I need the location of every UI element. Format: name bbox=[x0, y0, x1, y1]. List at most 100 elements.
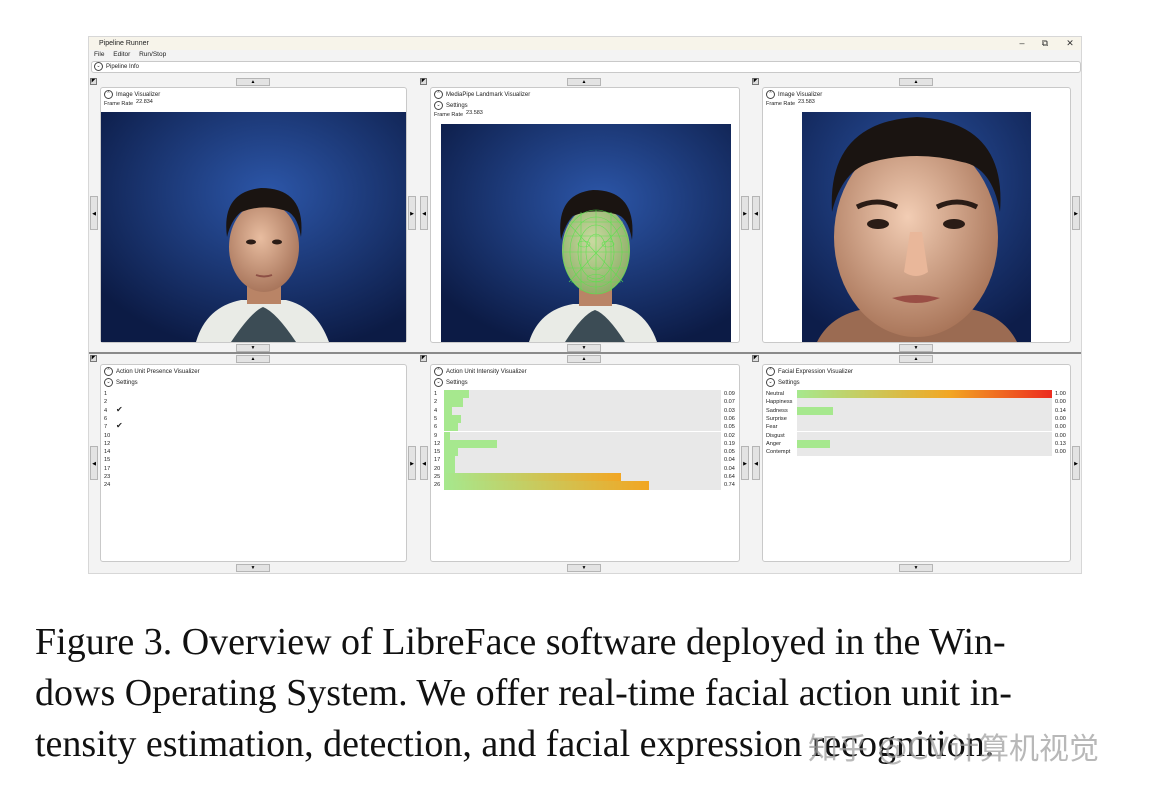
dock-corner-icon[interactable]: ◤ bbox=[90, 355, 97, 362]
chevron-up-icon: ⌃ bbox=[104, 367, 113, 376]
au-label: 7 bbox=[104, 424, 108, 431]
bar-track bbox=[444, 414, 721, 424]
panel-title: Image Visualizer bbox=[778, 92, 823, 99]
bar-value: 0.04 bbox=[724, 457, 735, 464]
bar-fill bbox=[444, 473, 622, 482]
bar-track bbox=[444, 481, 721, 490]
move-up-button[interactable]: ▲ bbox=[236, 355, 270, 363]
settings-expander[interactable]: ⌄ Settings bbox=[432, 101, 468, 110]
list-item: 4 ✔ bbox=[104, 405, 123, 415]
settings-expander[interactable]: ⌄ Settings bbox=[102, 378, 138, 387]
bar-fill bbox=[797, 406, 833, 415]
move-up-button[interactable]: ▲ bbox=[899, 78, 933, 86]
image-visualizer-panel: ⌃ Image Visualizer Frame Rate 23.583 bbox=[762, 87, 1071, 343]
pipeline-info-expander[interactable]: ⌄ Pipeline Info bbox=[91, 61, 1081, 73]
move-down-button[interactable]: ▼ bbox=[236, 344, 270, 352]
bar-fill bbox=[444, 481, 649, 490]
au-label: 1 bbox=[104, 391, 108, 397]
move-down-button[interactable]: ▼ bbox=[567, 564, 601, 572]
panel-header[interactable]: ⌃ Action Unit Presence Visualizer bbox=[102, 367, 200, 376]
bar-fill bbox=[444, 390, 469, 399]
bar-row: 1 0.09 bbox=[434, 390, 751, 399]
list-item: 12 bbox=[104, 440, 110, 448]
bar-label: Fear bbox=[766, 424, 778, 431]
move-up-button[interactable]: ▲ bbox=[899, 355, 933, 363]
move-up-button[interactable]: ▲ bbox=[236, 78, 270, 86]
minimize-button[interactable]: – bbox=[1011, 37, 1033, 50]
bar-row: Neutral 1.00 bbox=[766, 390, 1082, 399]
move-down-button[interactable]: ▼ bbox=[236, 564, 270, 572]
move-left-button[interactable]: ◀ bbox=[90, 196, 98, 230]
au-label: 2 bbox=[104, 399, 108, 406]
bar-row: 15 0.05 bbox=[434, 448, 751, 457]
bar-value: 0.02 bbox=[724, 432, 735, 439]
checkmark-icon: ✔ bbox=[116, 404, 123, 414]
bar-fill bbox=[444, 464, 456, 473]
move-down-button[interactable]: ▼ bbox=[899, 344, 933, 352]
move-right-button[interactable]: ▶ bbox=[1072, 196, 1080, 230]
expression-panel: ⌃ Facial Expression Visualizer ⌄ Settings … bbox=[762, 364, 1071, 562]
list-item: 15 bbox=[104, 456, 110, 464]
dock-corner-icon[interactable]: ◤ bbox=[752, 78, 759, 85]
menu-editor[interactable]: Editor bbox=[113, 51, 130, 58]
move-left-button[interactable]: ◀ bbox=[420, 196, 428, 230]
move-right-button[interactable]: ▶ bbox=[408, 196, 416, 230]
chevron-down-icon: ⌄ bbox=[434, 101, 443, 110]
move-right-button[interactable]: ▶ bbox=[408, 446, 416, 480]
bar-row: 2 0.07 bbox=[434, 398, 751, 407]
panel-title: MediaPipe Landmark Visualizer bbox=[446, 92, 531, 99]
au-intensity-chart: 1 0.09 2 0.07 4 0.03 5 0.06 6 0.05 9 0.02 12 0.19 15 0.… bbox=[434, 390, 738, 500]
video-frame-image bbox=[441, 124, 731, 342]
menu-file[interactable]: File bbox=[94, 51, 104, 58]
move-up-button[interactable]: ▲ bbox=[567, 78, 601, 86]
caption-line: dows Operating System. We offer real-tim… bbox=[35, 672, 1012, 714]
video-feed-cropped bbox=[802, 112, 1031, 342]
settings-label: Settings bbox=[778, 380, 800, 387]
bar-track bbox=[444, 406, 721, 415]
move-right-button[interactable]: ▶ bbox=[741, 196, 749, 230]
panel-header[interactable]: ⌃ MediaPipe Landmark Visualizer bbox=[432, 90, 530, 99]
bar-row: Sadness 0.14 bbox=[766, 406, 1082, 415]
panel-header[interactable]: ⌃ Image Visualizer bbox=[764, 90, 822, 99]
caption-line: Figure 3. Overview of LibreFace software… bbox=[35, 621, 1006, 663]
settings-expander[interactable]: ⌄ Settings bbox=[432, 378, 468, 387]
panel-header[interactable]: ⌃ Facial Expression Visualizer bbox=[764, 367, 853, 376]
bar-value: 0.19 bbox=[724, 440, 735, 447]
au-presence-list: 1 2 4 ✔ 6 7 ✔ 10 12 14 15 17 23 24 bbox=[104, 390, 404, 500]
move-left-button[interactable]: ◀ bbox=[752, 196, 760, 230]
bar-fill bbox=[797, 390, 1052, 399]
cell-expression: ◤ ▲ ◀ ▶ ⌃ Facial Expression Visualizer ⌄ S… bbox=[751, 354, 1083, 575]
bar-label: 5 bbox=[434, 415, 438, 422]
move-left-button[interactable]: ◀ bbox=[90, 446, 98, 480]
move-left-button[interactable]: ◀ bbox=[420, 446, 428, 480]
dock-corner-icon[interactable]: ◤ bbox=[420, 355, 427, 362]
close-button[interactable]: ✕ bbox=[1059, 37, 1081, 50]
move-down-button[interactable]: ▼ bbox=[567, 344, 601, 352]
maximize-button[interactable]: ⧉ bbox=[1034, 37, 1056, 50]
dock-corner-icon[interactable]: ◤ bbox=[90, 78, 97, 85]
panel-header[interactable]: ⌃ Action Unit Intensity Visualizer bbox=[432, 367, 527, 376]
bar-value: 0.03 bbox=[724, 407, 735, 414]
frame-rate: Frame Rate 23.583 bbox=[434, 110, 483, 118]
move-left-button[interactable]: ◀ bbox=[752, 446, 760, 480]
dock-corner-icon[interactable]: ◤ bbox=[420, 78, 427, 85]
menu-run-stop[interactable]: Run/Stop bbox=[139, 51, 166, 58]
landmark-visualizer-panel: ⌃ MediaPipe Landmark Visualizer ⌄ Settings… bbox=[430, 87, 740, 343]
pipeline-info-label: Pipeline Info bbox=[106, 64, 140, 71]
move-up-button[interactable]: ▲ bbox=[567, 355, 601, 363]
panel-header[interactable]: ⌃ Image Visualizer bbox=[102, 90, 160, 99]
watermark: 知乎 @CV计算机视觉 bbox=[808, 732, 1100, 767]
frame-rate-value: 23.583 bbox=[466, 110, 483, 116]
frame-rate: Frame Rate 22.834 bbox=[104, 99, 153, 107]
bar-row: 9 0.02 bbox=[434, 431, 751, 440]
list-item: 23 bbox=[104, 473, 110, 481]
bar-value: 1.00 bbox=[1055, 391, 1066, 397]
cell-au-intensity: ◤ ▲ ◀ ▶ ⌃ Action Unit Intensity Visualize… bbox=[419, 354, 751, 575]
bar-track bbox=[797, 414, 1052, 424]
move-down-button[interactable]: ▼ bbox=[899, 564, 933, 572]
list-item: 2 bbox=[104, 398, 107, 406]
settings-expander[interactable]: ⌄ Settings bbox=[764, 378, 800, 387]
dock-corner-icon[interactable]: ◤ bbox=[752, 355, 759, 362]
bar-value: 0.07 bbox=[724, 399, 735, 406]
list-item: 7 ✔ bbox=[104, 421, 123, 431]
